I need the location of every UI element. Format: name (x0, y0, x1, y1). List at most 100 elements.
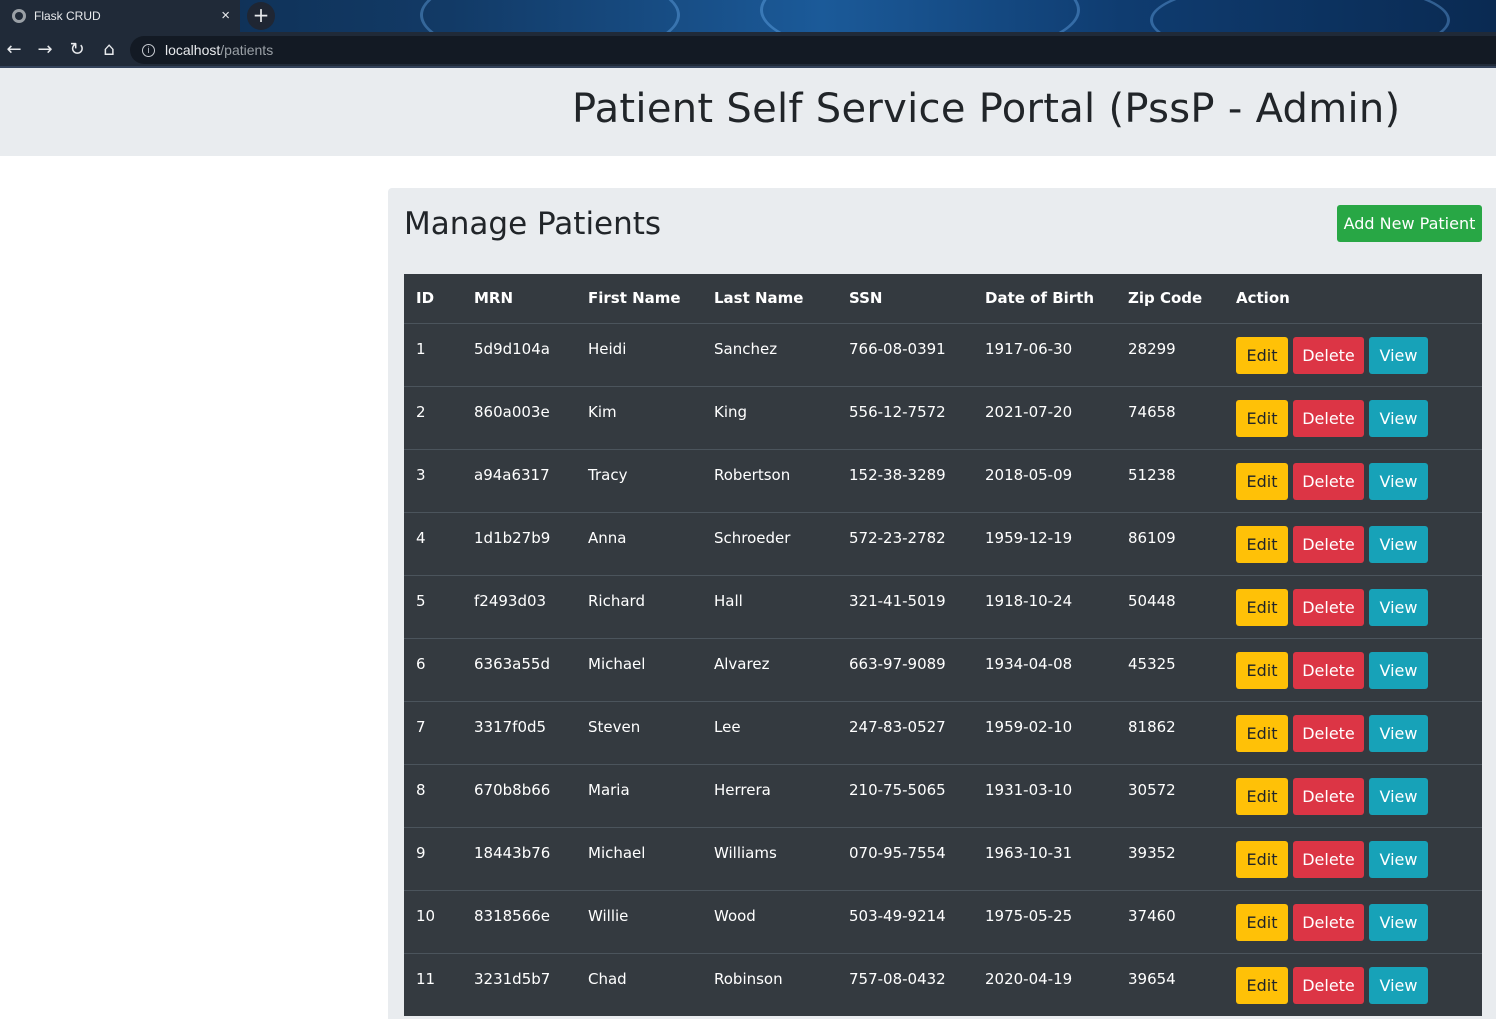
cell-last-name: Robertson (702, 448, 837, 512)
delete-button[interactable]: Delete (1293, 651, 1364, 689)
cell-zip-code: 81862 (1116, 700, 1224, 764)
cell-date-of-birth: 1959-12-19 (973, 511, 1116, 575)
cell-first-name: Maria (576, 763, 702, 827)
page-header: Patient Self Service Portal (PssP - Admi… (0, 68, 1496, 156)
address-bar[interactable]: i localhost/patients (130, 36, 1496, 64)
view-button[interactable]: View (1369, 588, 1428, 626)
column-header-date-of-birth: Date of Birth (973, 274, 1116, 324)
cell-first-name: Willie (576, 889, 702, 953)
cell-actions: Edit Delete View (1224, 385, 1482, 449)
close-tab-icon[interactable]: × (221, 7, 230, 24)
delete-button[interactable]: Delete (1293, 966, 1364, 1004)
cell-date-of-birth: 2020-04-19 (973, 952, 1116, 1016)
site-info-icon[interactable]: i (142, 43, 155, 57)
view-button[interactable]: View (1369, 714, 1428, 752)
cell-zip-code: 51238 (1116, 448, 1224, 512)
cell-mrn: a94a6317 (462, 448, 576, 512)
cell-mrn: f2493d03 (462, 574, 576, 638)
table-row: 11 3231d5b7 Chad Robinson 757-08-0432 2020-04… (404, 952, 1482, 1016)
cell-first-name: Kim (576, 385, 702, 449)
cell-ssn: 766-08-0391 (837, 322, 973, 386)
cell-mrn: 18443b76 (462, 826, 576, 890)
cell-ssn: 210-75-5065 (837, 763, 973, 827)
edit-button[interactable]: Edit (1236, 399, 1288, 437)
browser-tab[interactable]: Flask CRUD × (0, 0, 240, 32)
table-row: 4 1d1b27b9 Anna Schroeder 572-23-2782 1959-12… (404, 511, 1482, 575)
cell-actions: Edit Delete View (1224, 511, 1482, 575)
cell-last-name: Williams (702, 826, 837, 890)
column-header-action: Action (1224, 274, 1482, 324)
cell-id: 6 (404, 637, 462, 701)
edit-button[interactable]: Edit (1236, 336, 1288, 374)
view-button[interactable]: View (1369, 903, 1428, 941)
edit-button[interactable]: Edit (1236, 588, 1288, 626)
globe-icon (12, 9, 26, 23)
wallpaper-swirl (420, 0, 680, 32)
view-button[interactable]: View (1369, 966, 1428, 1004)
cell-mrn: 860a003e (462, 385, 576, 449)
delete-button[interactable]: Delete (1293, 903, 1364, 941)
cell-first-name: Richard (576, 574, 702, 638)
cell-first-name: Michael (576, 637, 702, 701)
url-path: /patients (220, 42, 274, 58)
cell-id: 7 (404, 700, 462, 764)
view-button[interactable]: View (1369, 525, 1428, 563)
edit-button[interactable]: Edit (1236, 777, 1288, 815)
cell-first-name: Anna (576, 511, 702, 575)
cell-last-name: Lee (702, 700, 837, 764)
edit-button[interactable]: Edit (1236, 525, 1288, 563)
cell-zip-code: 86109 (1116, 511, 1224, 575)
cell-zip-code: 37460 (1116, 889, 1224, 953)
cell-last-name: Robinson (702, 952, 837, 1016)
view-button[interactable]: View (1369, 777, 1428, 815)
delete-button[interactable]: Delete (1293, 840, 1364, 878)
home-icon[interactable]: ⌂ (97, 38, 121, 62)
column-header-zip-code: Zip Code (1116, 274, 1224, 324)
cell-actions: Edit Delete View (1224, 448, 1482, 512)
delete-button[interactable]: Delete (1293, 777, 1364, 815)
cell-ssn: 572-23-2782 (837, 511, 973, 575)
view-button[interactable]: View (1369, 840, 1428, 878)
cell-last-name: Wood (702, 889, 837, 953)
column-header-mrn: MRN (462, 274, 576, 324)
back-arrow-icon[interactable]: ← (2, 38, 26, 62)
delete-button[interactable]: Delete (1293, 336, 1364, 374)
table-row: 8 670b8b66 Maria Herrera 210-75-5065 1931-03-… (404, 763, 1482, 827)
add-new-patient-button[interactable]: Add New Patient (1337, 205, 1482, 242)
cell-date-of-birth: 1975-05-25 (973, 889, 1116, 953)
cell-id: 11 (404, 952, 462, 1016)
cell-id: 2 (404, 385, 462, 449)
delete-button[interactable]: Delete (1293, 588, 1364, 626)
edit-button[interactable]: Edit (1236, 714, 1288, 752)
forward-arrow-icon[interactable]: → (33, 38, 57, 62)
cell-date-of-birth: 2018-05-09 (973, 448, 1116, 512)
cell-date-of-birth: 1917-06-30 (973, 322, 1116, 386)
delete-button[interactable]: Delete (1293, 525, 1364, 563)
cell-mrn: 3231d5b7 (462, 952, 576, 1016)
delete-button[interactable]: Delete (1293, 399, 1364, 437)
delete-button[interactable]: Delete (1293, 714, 1364, 752)
view-button[interactable]: View (1369, 399, 1428, 437)
reload-icon[interactable]: ↻ (65, 38, 89, 62)
view-button[interactable]: View (1369, 336, 1428, 374)
column-header-first-name: First Name (576, 274, 702, 324)
cell-zip-code: 74658 (1116, 385, 1224, 449)
new-tab-button[interactable]: + (247, 2, 275, 30)
edit-button[interactable]: Edit (1236, 840, 1288, 878)
section-heading: Manage Patients (404, 206, 662, 242)
cell-mrn: 6363a55d (462, 637, 576, 701)
cell-ssn: 321-41-5019 (837, 574, 973, 638)
view-button[interactable]: View (1369, 651, 1428, 689)
cell-ssn: 757-08-0432 (837, 952, 973, 1016)
edit-button[interactable]: Edit (1236, 903, 1288, 941)
delete-button[interactable]: Delete (1293, 462, 1364, 500)
cell-first-name: Steven (576, 700, 702, 764)
edit-button[interactable]: Edit (1236, 651, 1288, 689)
cell-actions: Edit Delete View (1224, 574, 1482, 638)
view-button[interactable]: View (1369, 462, 1428, 500)
cell-last-name: Sanchez (702, 322, 837, 386)
table-row: 3 a94a6317 Tracy Robertson 152-38-3289 2018-0… (404, 448, 1482, 512)
cell-date-of-birth: 1918-10-24 (973, 574, 1116, 638)
edit-button[interactable]: Edit (1236, 966, 1288, 1004)
edit-button[interactable]: Edit (1236, 462, 1288, 500)
